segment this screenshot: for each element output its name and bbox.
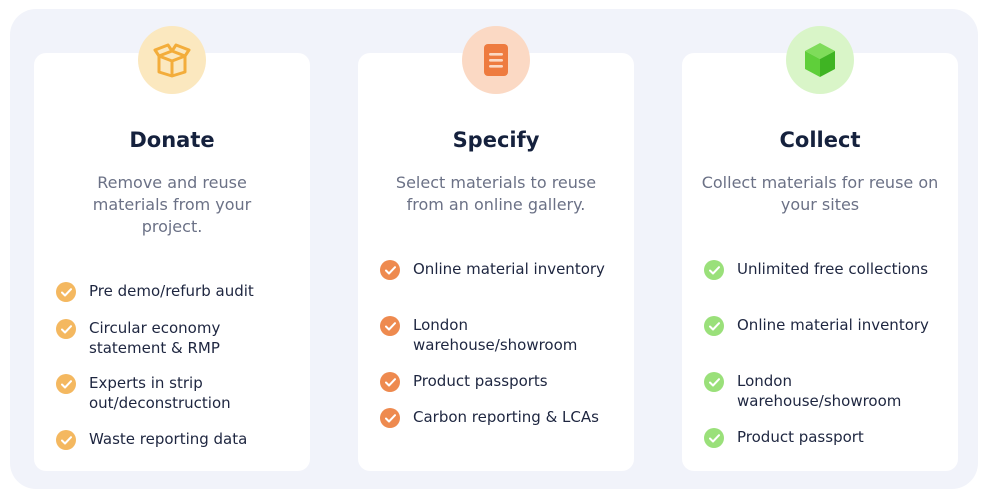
list-item: London warehouse/showroom xyxy=(380,315,620,355)
check-icon xyxy=(704,260,724,280)
card-title: Specify xyxy=(452,128,540,152)
card-description: Select materials to reuse from an online… xyxy=(395,173,597,214)
check-icon xyxy=(56,374,76,394)
card-description: Collect materials for reuse on your site… xyxy=(701,173,939,214)
check-icon xyxy=(380,316,400,336)
list-item-label: Unlimited free collections xyxy=(737,260,929,278)
list-item: Online material inventory xyxy=(380,259,620,280)
cube-icon xyxy=(802,41,838,79)
list-item-label: Online material inventory xyxy=(737,316,929,334)
list-item-label: Pre demo/refurb audit xyxy=(89,282,254,300)
collect-badge xyxy=(786,26,854,94)
list-item: Circular economy statement & RMP xyxy=(56,318,296,358)
list-item: Unlimited free collections xyxy=(704,259,944,280)
list-item-label: Online material inventory xyxy=(413,260,605,278)
list-item-label: London warehouse/showroom xyxy=(413,316,578,354)
check-icon xyxy=(56,282,76,302)
donate-badge xyxy=(138,26,206,94)
list-item-label: London warehouse/showroom xyxy=(737,372,902,410)
list-item: Product passports xyxy=(380,371,620,392)
list-item-label: Product passports xyxy=(413,372,548,390)
list-item: Product passport xyxy=(704,427,944,448)
donate-card: Donate Remove and reuse materials from y… xyxy=(34,53,310,471)
card-title: Donate xyxy=(129,128,215,152)
list-item-label: Circular economy statement & RMP xyxy=(89,319,221,357)
check-icon xyxy=(56,430,76,450)
card-title: Collect xyxy=(779,128,861,152)
list-item: Pre demo/refurb audit xyxy=(56,281,296,302)
card-description: Remove and reuse materials from your pro… xyxy=(92,173,252,236)
check-icon xyxy=(704,428,724,448)
check-icon xyxy=(380,260,400,280)
specify-card: Specify Select materials to reuse from a… xyxy=(358,53,634,471)
list-item: Online material inventory xyxy=(704,315,944,336)
document-icon xyxy=(481,42,511,78)
list-item-label: Product passport xyxy=(737,428,864,446)
list-item: Carbon reporting & LCAs xyxy=(380,407,620,428)
collect-card: Collect Collect materials for reuse on y… xyxy=(682,53,958,471)
check-icon xyxy=(56,319,76,339)
list-item-label: Waste reporting data xyxy=(89,430,248,448)
check-icon xyxy=(380,372,400,392)
list-item-label: Carbon reporting & LCAs xyxy=(413,408,599,426)
box-icon xyxy=(153,42,191,78)
check-icon xyxy=(704,316,724,336)
specify-badge xyxy=(462,26,530,94)
list-item: London warehouse/showroom xyxy=(704,371,944,411)
check-icon xyxy=(380,408,400,428)
list-item-label: Experts in strip out/deconstruction xyxy=(89,374,231,412)
list-item: Waste reporting data xyxy=(56,429,296,450)
list-item: Experts in strip out/deconstruction xyxy=(56,373,296,413)
check-icon xyxy=(704,372,724,392)
